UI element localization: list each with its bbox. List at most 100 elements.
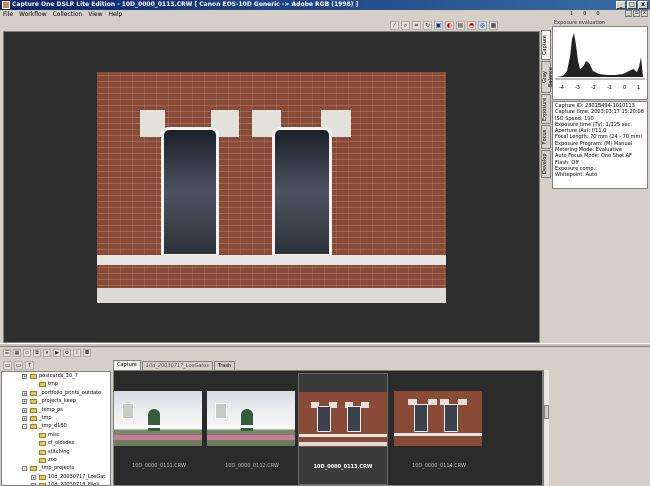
folder-tree-item[interactable]: + _temp_ps <box>2 406 110 414</box>
folder-label: 10d_20030718_Filoli <box>48 482 100 486</box>
capture-info: Capture ID: 2301B494-1010113 Capture tim… <box>552 101 648 189</box>
doc-restore-button[interactable]: ▫ <box>633 10 640 17</box>
settings-icon[interactable]: ⚙ <box>63 349 71 357</box>
copy-icon[interactable]: ⧉ <box>33 349 41 357</box>
maximize-button[interactable]: □ <box>627 1 637 9</box>
collapse-icon[interactable]: - <box>22 466 27 472</box>
title-bar: Capture One DSLR Lite Edition - 10D_0000… <box>0 0 650 10</box>
folder-tree-item[interactable]: misc <box>2 431 110 439</box>
folder-tree-item[interactable]: tmp <box>2 380 110 388</box>
folder-icon <box>30 374 37 379</box>
menu-file[interactable]: File <box>3 10 13 19</box>
hist-tick-m4: -4 <box>559 85 564 91</box>
doc-minimize-button[interactable]: _ <box>625 10 632 17</box>
go-up-icon[interactable]: ↑ <box>25 360 34 370</box>
coordinate-readout: 1 0 0 <box>570 11 600 17</box>
sort-icon[interactable]: ▾ <box>43 349 51 357</box>
color-picker-icon[interactable]: ▣ <box>434 20 443 30</box>
thumbnail-item[interactable]: 10D_0000_0112.CRW <box>207 373 297 485</box>
info-line: Whitepoint: Auto <box>555 172 598 179</box>
panel-splitter[interactable] <box>0 343 650 347</box>
info-icon[interactable]: i <box>73 349 81 357</box>
scrollbar-thumb[interactable] <box>544 405 549 419</box>
zoom-icon[interactable]: ⌕ <box>401 20 410 30</box>
folder-label: _portfolio_prints_outdate <box>39 389 102 396</box>
menu-workflow[interactable]: Workflow <box>19 10 47 19</box>
folder-tree-item[interactable]: zoo <box>2 456 110 464</box>
overexposure-icon[interactable]: ◓ <box>467 20 476 30</box>
folder-tree: + postcards_10_7 tmp + _portfolio_prints_out… <box>1 371 111 486</box>
window-controls: _ □ x <box>616 1 648 9</box>
folder-label: misc <box>48 431 60 438</box>
app-icon[interactable] <box>2 1 10 9</box>
menu-bar: File Workflow Collection View Help _ ▫ x <box>0 10 650 19</box>
folder-tree-item[interactable]: - _tmp_d180 <box>2 422 110 430</box>
folder-tree-item[interactable]: + _portfolio_prints_outdate <box>2 389 110 397</box>
thumbnail-image <box>207 391 295 446</box>
image-viewer[interactable] <box>3 31 540 343</box>
process-icon[interactable]: ▶ <box>53 349 61 357</box>
tab-los-gatos[interactable]: 10d_20030717_LosGatos <box>141 361 213 370</box>
folder-tree-item[interactable]: + postcards_10_7 <box>2 372 110 380</box>
tab-develop[interactable]: Develop <box>541 150 551 178</box>
tab-focus[interactable]: Focus <box>541 125 551 149</box>
expand-icon[interactable]: + <box>22 374 27 379</box>
folder-icon <box>30 407 37 413</box>
hist-tick-m2: -2 <box>591 85 596 91</box>
folder-icon <box>30 466 37 472</box>
tab-trash[interactable]: Trash <box>213 361 236 370</box>
folder-icon <box>39 457 46 463</box>
expand-icon[interactable]: + <box>22 390 27 396</box>
new-folder-icon[interactable]: ▭ <box>14 360 23 370</box>
open-folder-icon[interactable]: ▭ <box>3 360 12 370</box>
collapse-icon[interactable]: - <box>22 424 27 430</box>
tab-capture-folder[interactable]: Capture <box>113 360 141 370</box>
menu-collection[interactable]: Collection <box>53 10 83 19</box>
eyedropper-icon[interactable]: ⁄ <box>390 20 399 30</box>
thumbnail-item[interactable]: 10D_0000_0111.CRW <box>114 373 204 485</box>
folder-icon <box>39 441 46 447</box>
info-line: Focal Length: 70 mm (24 - 70 mm) <box>555 134 643 141</box>
thumbnail-item[interactable]: 10D_0000_0114.CRW <box>394 373 484 485</box>
grid-icon[interactable]: ▦ <box>489 20 498 30</box>
folder-icon <box>39 382 46 388</box>
expand-icon[interactable]: + <box>22 399 27 405</box>
thumbnail-browser: 10D_0000_0111.CRW 10D_0000_0112.CRW 10D_… <box>113 370 543 486</box>
close-button[interactable]: x <box>638 1 648 9</box>
tab-exposure[interactable]: Exposure <box>541 94 551 124</box>
empty-panel-area <box>550 349 650 486</box>
expand-icon[interactable]: + <box>22 407 27 413</box>
levels-icon[interactable]: ▤ <box>456 20 465 30</box>
expand-icon[interactable]: + <box>22 415 27 421</box>
thumbnail-view-icon[interactable]: ▦ <box>13 349 21 357</box>
folder-tree-item[interactable]: +10d_20030717_LosGat <box>2 473 110 481</box>
folder-tree-item[interactable]: +10d_20030718_Filoli <box>2 481 110 486</box>
white-balance-icon[interactable]: ◐ <box>445 20 454 30</box>
hist-tick-0: 0 <box>623 85 626 91</box>
folder-tree-item[interactable]: + _projects_keep <box>2 397 110 405</box>
folder-icon[interactable]: ▭ <box>23 349 31 357</box>
folder-icon <box>30 424 37 430</box>
thumbnail-item-selected[interactable]: 10D_0000_0113.CRW <box>298 373 388 485</box>
menu-help[interactable]: Help <box>109 10 123 19</box>
doc-close-button[interactable]: x <box>641 10 648 17</box>
viewer-toolbar: ⁄ ⌕ ⌗ ↻ ▣ ◐ ▤ ◓ ◎ ▦ <box>390 19 540 31</box>
thumbnail-scrollbar[interactable] <box>543 370 549 486</box>
folder-tree-item[interactable]: + _tmp <box>2 414 110 422</box>
preview-icon[interactable]: ◘ <box>83 349 91 357</box>
minimize-button[interactable]: _ <box>616 1 626 9</box>
tab-capture[interactable]: Capture <box>541 30 551 60</box>
folder-tree-item[interactable]: cf_oldsdes <box>2 439 110 447</box>
histogram-graph: -4 -3 -2 -1 0 1 <box>555 33 645 91</box>
focus-mask-icon[interactable]: ◎ <box>478 20 487 30</box>
crop-icon[interactable]: ⌗ <box>412 20 421 30</box>
list-view-icon[interactable]: ☰ <box>3 349 11 357</box>
folder-tree-item[interactable]: - _tmp_projects <box>2 464 110 472</box>
tab-gray-balance[interactable]: Gray Balance <box>541 61 554 93</box>
menu-view[interactable]: View <box>88 10 102 19</box>
hist-tick-1: 1 <box>637 85 640 91</box>
rotate-icon[interactable]: ↻ <box>423 20 432 30</box>
expand-icon[interactable]: + <box>31 474 36 480</box>
folder-tree-item[interactable]: stitching <box>2 448 110 456</box>
capture-one-window: Capture One DSLR Lite Edition - 10D_0000… <box>0 0 650 486</box>
